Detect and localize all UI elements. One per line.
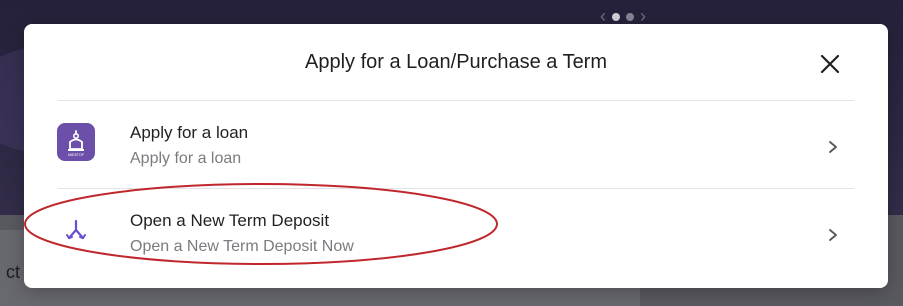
bank-building-icon: MIDSTOP bbox=[57, 123, 95, 161]
option-apply-loan[interactable]: MIDSTOP Apply for a loan Apply for a loa… bbox=[24, 101, 888, 189]
option-title: Apply for a loan bbox=[130, 123, 249, 142]
icon-brand-label: MIDSTOP bbox=[68, 153, 85, 157]
dialog-title: Apply for a Loan/Purchase a Term bbox=[304, 51, 608, 73]
split-arrows-icon bbox=[57, 211, 95, 249]
dialog-header: Apply for a Loan/Purchase a Term bbox=[24, 24, 888, 100]
option-open-term-deposit[interactable]: Open a New Term Deposit Open a New Term … bbox=[24, 189, 888, 277]
chevron-right-icon bbox=[829, 229, 837, 241]
apply-loan-dialog: Apply for a Loan/Purchase a Term MIDSTOP… bbox=[24, 24, 888, 288]
chevron-right-icon bbox=[829, 141, 837, 153]
close-button[interactable] bbox=[816, 50, 844, 78]
option-subtitle: Apply for a loan bbox=[130, 150, 242, 167]
close-icon bbox=[820, 54, 840, 74]
carousel-dot bbox=[626, 12, 634, 21]
option-title: Open a New Term Deposit bbox=[130, 211, 330, 230]
option-subtitle: Open a New Term Deposit Now bbox=[130, 238, 354, 255]
background-partial-text: ct bbox=[6, 262, 21, 282]
carousel-dot-active bbox=[612, 12, 620, 21]
